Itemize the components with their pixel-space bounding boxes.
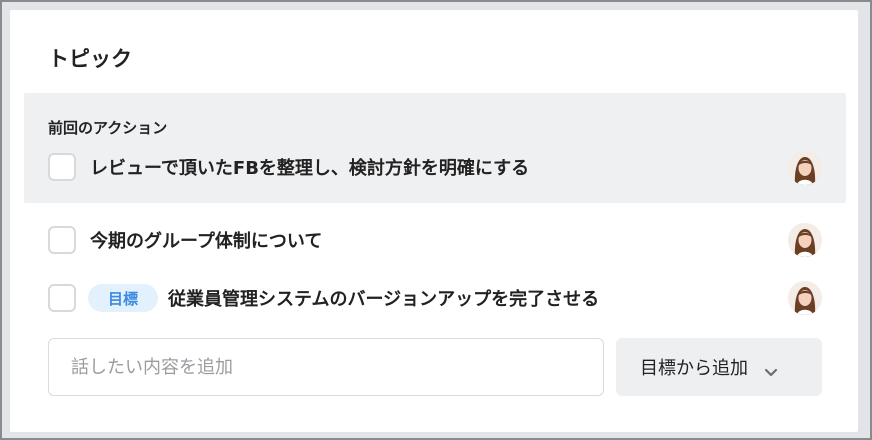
- list-item: レビューで頂いたFBを整理し、検討方針を明確にする: [48, 147, 870, 187]
- topic-text: 今期のグループ体制について: [90, 231, 323, 252]
- woman-avatar[interactable]: [788, 151, 822, 185]
- topic-text: 従業員管理システムのバージョンアップを完了させる: [168, 289, 600, 310]
- add-from-goal-label: 目標から追加: [640, 358, 748, 379]
- previous-actions-label: 前回のアクション: [48, 119, 168, 137]
- chevron-down-icon: [764, 362, 778, 377]
- topic-checkbox[interactable]: [48, 153, 76, 181]
- woman-avatar[interactable]: [788, 281, 822, 315]
- goal-tag: 目標: [88, 284, 159, 312]
- window-frame: トピック 前回のアクション レビューで頂いたFBを整理し、検討方針を明確にする …: [0, 0, 872, 440]
- topics-card: トピック 前回のアクション レビューで頂いたFBを整理し、検討方針を明確にする …: [10, 10, 858, 432]
- topic-checkbox[interactable]: [48, 284, 76, 312]
- add-from-goal-button[interactable]: 目標から追加: [616, 338, 822, 396]
- list-item: 今期のグループ体制について: [48, 220, 870, 260]
- list-item: 目標 従業員管理システムのバージョンアップを完了させる: [48, 278, 870, 318]
- topic-text: レビューで頂いたFBを整理し、検討方針を明確にする: [90, 158, 530, 179]
- woman-avatar[interactable]: [788, 223, 822, 257]
- topic-checkbox[interactable]: [48, 226, 76, 254]
- panel-title: トピック: [48, 47, 132, 71]
- topic-input[interactable]: [48, 338, 604, 396]
- previous-actions-section: 前回のアクション レビューで頂いたFBを整理し、検討方針を明確にする: [24, 93, 846, 203]
